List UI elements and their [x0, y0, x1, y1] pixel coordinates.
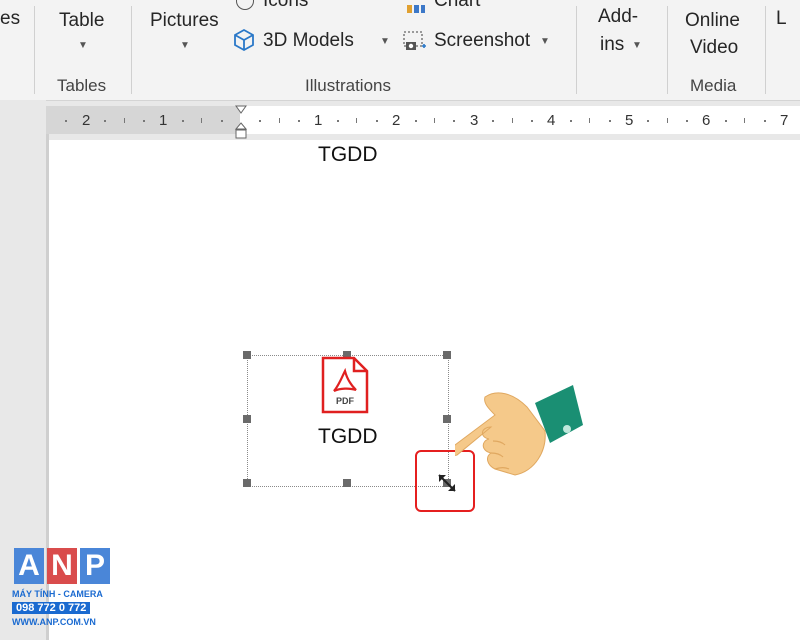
3d-models-label: 3D Models	[263, 30, 354, 51]
logo-letter: A	[14, 548, 44, 584]
logo-tagline: MÁY TÍNH - CAMERA	[12, 589, 103, 599]
ruler-dot	[104, 120, 107, 122]
resize-handle-right[interactable]	[443, 415, 451, 423]
header-text[interactable]: TGDD	[318, 143, 378, 167]
ruler-dot	[686, 120, 689, 122]
chevron-down-icon: ▼	[540, 36, 550, 47]
ruler-tick	[278, 118, 280, 123]
chevron-down-icon: ▼	[78, 40, 88, 51]
first-line-indent-marker[interactable]	[235, 102, 247, 120]
ruler-dot	[414, 120, 417, 122]
ruler-tick	[201, 118, 203, 123]
group-media-label: Media	[690, 76, 737, 95]
anp-logo: A N P MÁY TÍNH - CAMERA 098 772 0 772 WW…	[12, 548, 112, 634]
online-video-label-line1: Online	[685, 10, 740, 31]
ribbon-partial-tab[interactable]: es	[0, 8, 20, 30]
ruler-number: 6	[702, 112, 711, 129]
resize-handle-bottom-left[interactable]	[243, 479, 251, 487]
icons-label: Icons	[263, 0, 309, 11]
chart-button[interactable]: Chart	[402, 0, 492, 14]
ruler-dot	[181, 120, 184, 122]
ruler-tick	[511, 118, 513, 123]
ribbon-separator	[131, 6, 132, 94]
pictures-button[interactable]: Pictures ▼	[145, 6, 225, 62]
icons-button[interactable]: Icons	[232, 0, 322, 14]
ruler-dot	[531, 120, 533, 122]
ruler-dot	[220, 120, 223, 122]
logo-letter: N	[47, 548, 77, 584]
logo-website: WWW.ANP.COM.VN	[12, 617, 96, 627]
ruler-dot	[143, 120, 145, 122]
logo-letter: P	[80, 548, 110, 584]
ruler-dot	[608, 120, 611, 122]
ruler-number: 2	[392, 112, 401, 129]
resize-handle-top-right[interactable]	[443, 351, 451, 359]
ruler-number: 4	[547, 112, 556, 129]
group-illustrations-label: Illustrations	[305, 76, 391, 95]
ruler-dot	[492, 120, 495, 122]
screenshot-button[interactable]: Screenshot ▼	[402, 28, 552, 54]
ruler-dot	[298, 120, 301, 122]
ribbon-separator	[765, 6, 766, 94]
table-label: Table	[59, 10, 105, 31]
pdf-file-icon: PDF	[320, 355, 370, 415]
3d-models-icon	[232, 28, 256, 57]
chevron-down-icon: ▼	[632, 40, 642, 51]
ruler-dot	[725, 120, 727, 122]
resize-handle-bottom[interactable]	[343, 479, 351, 487]
ruler-tick	[356, 118, 358, 123]
chevron-down-icon: ▼	[180, 40, 190, 51]
ruler-dot	[453, 120, 456, 122]
table-button[interactable]: Table ▼	[50, 6, 116, 62]
ruler-tick	[434, 118, 435, 123]
add-ins-label-line1: Add-	[598, 6, 639, 27]
add-ins-button[interactable]: Add- ins ▼	[594, 4, 654, 62]
resize-handle-top-left[interactable]	[243, 351, 251, 359]
ruler-tick	[666, 118, 668, 123]
horizontal-ruler[interactable]: 2 1 1 2 3 4 5 6 7	[46, 105, 800, 139]
add-ins-label-line2: ins	[600, 34, 625, 55]
ruler-number: 1	[159, 112, 168, 129]
chart-label: Chart	[434, 0, 481, 11]
ruler-dot	[337, 120, 339, 122]
3d-models-button[interactable]: 3D Models ▼	[232, 28, 392, 54]
ruler-number: 1	[314, 112, 323, 129]
icons-icon	[236, 0, 254, 10]
ruler-number: 7	[780, 112, 789, 129]
chevron-down-icon: ▼	[380, 36, 390, 47]
ruler-tick	[123, 118, 125, 123]
ruler-dot	[65, 120, 68, 122]
ruler-number: 5	[625, 112, 634, 129]
ruler-dot	[569, 120, 572, 122]
resize-handle-left[interactable]	[243, 415, 251, 423]
pdf-icon-text: PDF	[336, 396, 354, 406]
ruler-dot	[763, 120, 766, 122]
online-video-label-line2: Video	[690, 37, 739, 58]
ribbon-separator	[576, 6, 577, 94]
object-caption: TGDD	[318, 425, 378, 448]
ribbon-partial-tab-right[interactable]: L	[776, 8, 787, 30]
screenshot-icon	[402, 30, 428, 57]
logo-phone: 098 772 0 772	[12, 602, 91, 614]
pointing-hand-icon	[450, 385, 585, 490]
ruler-tick	[744, 118, 746, 123]
chart-icon	[406, 0, 426, 13]
group-tables-label: Tables	[57, 76, 107, 95]
ruler-dot	[375, 120, 378, 122]
online-video-button[interactable]: Online Video	[682, 6, 752, 64]
ribbon-separator	[667, 6, 668, 94]
ruler-dot	[259, 120, 262, 122]
ruler-number: 2	[82, 112, 91, 129]
ruler-dot	[647, 120, 650, 122]
screenshot-label: Screenshot	[434, 30, 531, 51]
pictures-label: Pictures	[150, 10, 219, 31]
ruler-number: 3	[470, 112, 479, 129]
ribbon: es Table ▼ Tables Pictures ▼ Icons Chart…	[0, 0, 800, 101]
ruler-tick	[589, 118, 591, 123]
ribbon-separator	[34, 6, 35, 94]
